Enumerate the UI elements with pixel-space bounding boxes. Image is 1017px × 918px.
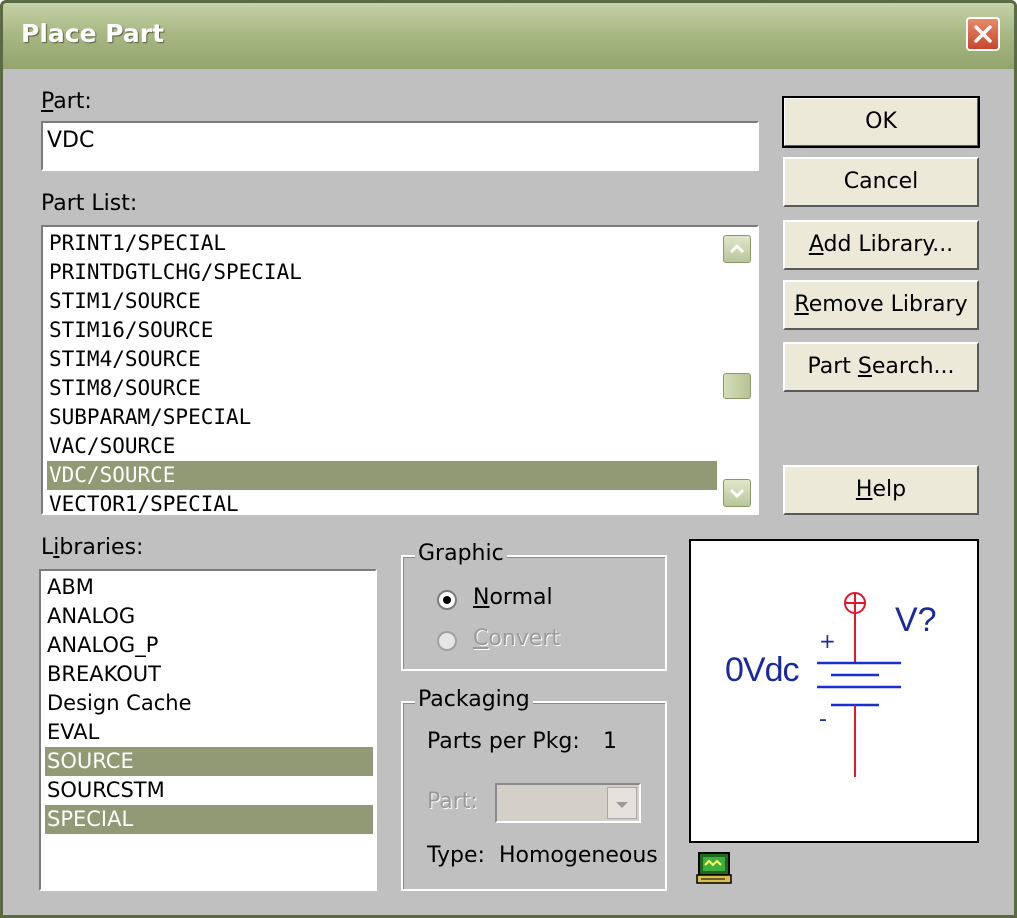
graphic-group: Graphic Normal Convert: [401, 541, 667, 671]
packaging-group: Packaging Parts per Pkg: 1 Part: Type: H…: [401, 687, 667, 891]
place-part-dialog: Place Part Part: VDC Part List: PRINT1/S…: [0, 0, 1017, 918]
part-search-button[interactable]: Part Search...: [783, 342, 979, 392]
part-list-item[interactable]: STIM8/SOURCE: [47, 374, 717, 403]
help-button[interactable]: Help: [783, 465, 979, 515]
part-list-item[interactable]: STIM4/SOURCE: [47, 345, 717, 374]
part-label: Part:: [41, 89, 92, 114]
part-input-value: VDC: [47, 128, 95, 153]
part-list-item[interactable]: STIM16/SOURCE: [47, 316, 717, 345]
part-list-item[interactable]: PRINTDGTLCHG/SPECIAL: [47, 258, 717, 287]
library-item[interactable]: SPECIAL: [45, 805, 373, 834]
plus-label: +: [819, 629, 836, 653]
type-value: Homogeneous: [499, 843, 658, 868]
scroll-down-button[interactable]: [723, 479, 751, 507]
ok-button[interactable]: OK: [782, 96, 980, 148]
part-list-item[interactable]: VECTOR1/SPECIAL: [47, 490, 717, 513]
add-library-button[interactable]: Add Library...: [783, 220, 979, 270]
dialog-title: Place Part: [21, 19, 165, 48]
library-item[interactable]: SOURCE: [45, 747, 373, 776]
part-preview: 0Vdc V? + -: [689, 539, 979, 843]
library-item[interactable]: BREAKOUT: [45, 660, 373, 689]
packaging-part-label: Part:: [427, 789, 478, 814]
remove-library-button[interactable]: Remove Library: [783, 280, 979, 330]
normal-radio[interactable]: [437, 590, 457, 610]
parts-per-pkg-value: 1: [603, 729, 617, 754]
preview-toggle-button[interactable]: [695, 851, 735, 887]
title-bar: Place Part: [3, 3, 1014, 69]
library-item[interactable]: SOURCSTM: [45, 776, 373, 805]
combo-dropdown-button[interactable]: [607, 787, 637, 819]
radio-dot-icon: [443, 596, 451, 604]
libraries-label: Libraries:: [41, 535, 144, 560]
packaging-part-select[interactable]: [495, 783, 641, 823]
pin-circle-icon: [844, 592, 866, 614]
schematic-monitor-icon: [696, 852, 732, 884]
libraries-list[interactable]: ABM ANALOG ANALOG_P BREAKOUT Design Cache EVA…: [39, 569, 377, 891]
part-list-scrollbar[interactable]: [719, 229, 755, 511]
part-list-item[interactable]: STIM1/SOURCE: [47, 287, 717, 316]
convert-radio-label[interactable]: Convert: [473, 626, 560, 651]
chevron-down-icon: [616, 802, 628, 808]
vdc-symbol: [817, 592, 901, 777]
part-list-item[interactable]: PRINT1/SPECIAL: [47, 229, 717, 258]
type-label: Type:: [427, 843, 485, 868]
reference-label: V?: [895, 601, 937, 639]
library-item[interactable]: ANALOG: [45, 602, 373, 631]
close-button[interactable]: [966, 17, 1000, 51]
minus-label: -: [819, 707, 827, 732]
library-item[interactable]: ABM: [45, 573, 373, 602]
part-list-item[interactable]: VDC/SOURCE: [47, 461, 717, 490]
normal-radio-label[interactable]: Normal: [473, 585, 553, 610]
library-item[interactable]: EVAL: [45, 718, 373, 747]
part-input[interactable]: VDC: [41, 121, 759, 171]
part-list-label: Part List:: [41, 191, 138, 216]
dialog-body: Part: VDC Part List: PRINT1/SPECIAL PRIN…: [11, 69, 1006, 909]
scroll-up-button[interactable]: [723, 235, 751, 263]
convert-radio[interactable]: [437, 631, 457, 651]
close-x-icon: [974, 25, 992, 43]
scroll-thumb[interactable]: [723, 373, 751, 399]
graphic-group-title: Graphic: [415, 541, 507, 566]
part-list-item[interactable]: SUBPARAM/SPECIAL: [47, 403, 717, 432]
cancel-button[interactable]: Cancel: [783, 157, 979, 207]
parts-per-pkg-label: Parts per Pkg:: [427, 729, 580, 754]
value-label: 0Vdc: [725, 651, 799, 689]
part-list[interactable]: PRINT1/SPECIAL PRINTDGTLCHG/SPECIAL STIM1/…: [41, 225, 759, 515]
library-item[interactable]: ANALOG_P: [45, 631, 373, 660]
part-list-item[interactable]: VAC/SOURCE: [47, 432, 717, 461]
packaging-group-title: Packaging: [415, 687, 533, 712]
arrow-down-icon: [729, 488, 745, 499]
arrow-up-icon: [729, 243, 745, 254]
library-item[interactable]: Design Cache: [45, 689, 373, 718]
